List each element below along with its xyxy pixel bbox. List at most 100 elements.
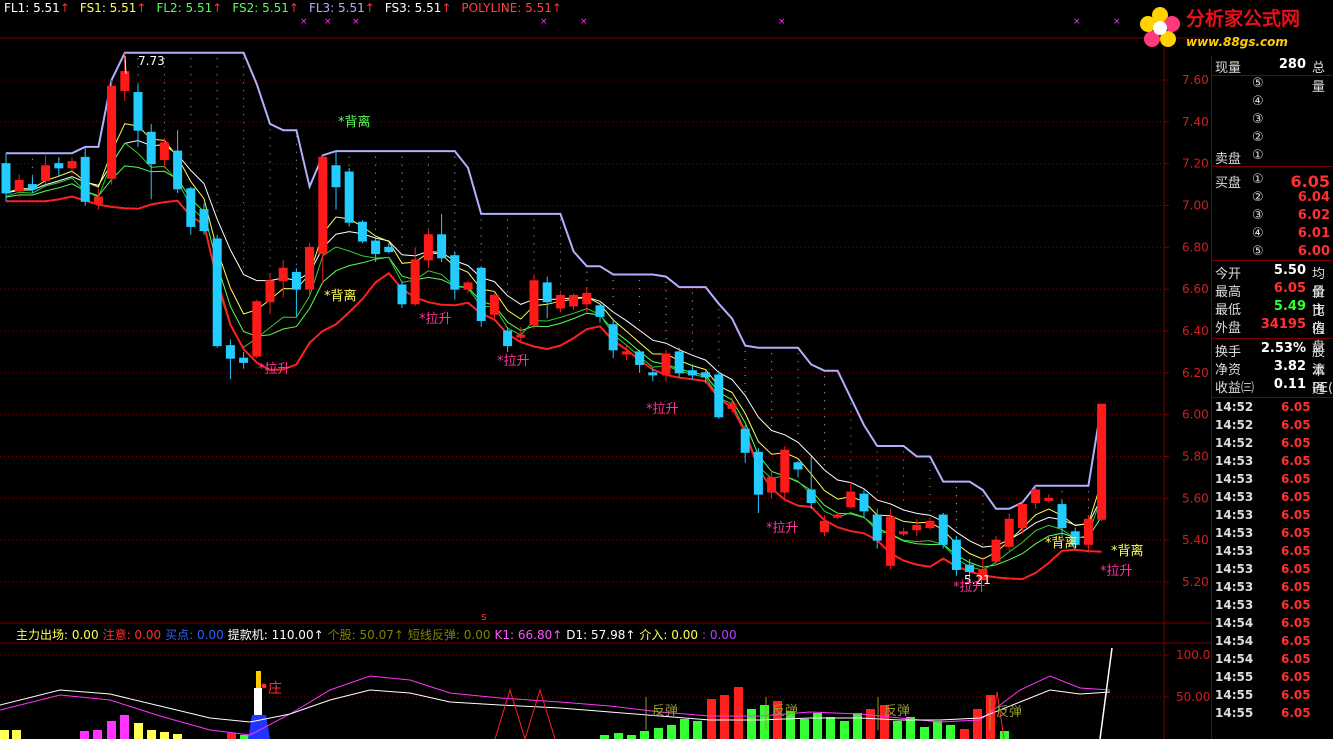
candle — [793, 460, 803, 478]
fill-dot — [533, 259, 535, 261]
price-axis-label: 5.80 — [1182, 450, 1209, 464]
legend-item: FL3: 5.51 — [308, 1, 365, 15]
fill-dot — [929, 477, 931, 480]
buy-label: 买盘 — [1215, 176, 1242, 191]
fill-dot — [955, 495, 958, 497]
sub-axis-label: 50.00 — [1176, 690, 1210, 704]
fill-dot — [1087, 507, 1089, 509]
tick-row: 14:54 6.05 — [1212, 652, 1333, 670]
fill-dot — [401, 228, 403, 230]
fill-dot — [375, 156, 377, 158]
buy-level-row: ③ 6.02 — [1212, 208, 1333, 226]
fill-dot — [665, 282, 667, 284]
fill-dot — [454, 180, 456, 182]
fill-dot — [243, 210, 245, 212]
fill-dot — [375, 228, 377, 230]
sub-bar — [840, 721, 849, 739]
marker-x: × — [324, 17, 332, 27]
sub-bar — [654, 728, 663, 739]
tick-time: 14:53 — [1215, 472, 1254, 486]
fantan-label: 反弹 — [996, 705, 1022, 720]
sub-bar — [800, 719, 809, 739]
fill-dot — [216, 194, 218, 196]
fill-dot — [507, 291, 509, 293]
candle — [212, 234, 222, 348]
fill-dot — [401, 204, 403, 206]
sub-bar — [734, 687, 743, 739]
fill-dot — [691, 348, 694, 350]
candle — [80, 146, 90, 206]
candle — [1083, 515, 1093, 553]
fill-dot — [163, 114, 165, 116]
logo-title: 分析家公式网 — [1186, 8, 1301, 30]
fill-dot — [243, 226, 245, 228]
fantan-label: 反弹 — [652, 704, 678, 719]
indicator-overlays — [5, 51, 1103, 581]
fill-dot — [216, 186, 218, 188]
fill-dot — [823, 464, 826, 466]
fill-dot — [639, 279, 641, 282]
sub-bar — [707, 699, 716, 739]
stat-label: 最低 — [1215, 303, 1242, 318]
fill-dot — [797, 409, 799, 411]
candle — [582, 287, 592, 313]
fill-dot — [190, 90, 192, 92]
tick-time: 14:54 — [1215, 634, 1254, 648]
tick-price: 6.05 — [1281, 418, 1311, 432]
stat-row: 收益㈢ 0.11 PE(动) — [1212, 377, 1333, 396]
candle — [635, 349, 645, 373]
fill-dot — [1061, 491, 1063, 493]
sub-bar — [693, 721, 702, 739]
buy-level-index: ③ — [1252, 208, 1264, 223]
sub-bar — [12, 730, 21, 739]
fill-dot — [216, 90, 218, 92]
fill-dot — [744, 375, 746, 377]
up-arrow-icon: ↑ — [288, 1, 299, 15]
fill-dot — [243, 218, 245, 220]
fill-dot — [243, 82, 245, 84]
fill-dot — [850, 411, 852, 413]
fill-dot — [612, 303, 614, 306]
fill-dot — [216, 74, 218, 76]
sub-bar — [240, 735, 249, 739]
tick-row: 14:53 6.05 — [1212, 472, 1333, 490]
sell-level-row: ③ — [1212, 112, 1333, 130]
fill-dot — [665, 306, 667, 308]
fill-dot — [401, 244, 403, 246]
fill-dot — [665, 298, 667, 300]
stat-value: 34195 — [1260, 317, 1306, 332]
fill-dot — [295, 135, 297, 137]
sell-level-row: ④ — [1212, 94, 1333, 112]
up-arrow-icon: ↑ — [364, 1, 375, 15]
candle — [489, 293, 499, 321]
tick-row: 14:55 6.05 — [1212, 706, 1333, 724]
fill-dot — [348, 156, 350, 158]
fill-dot — [243, 114, 245, 116]
fill-dot — [955, 503, 958, 505]
tick-row: 14:54 6.05 — [1212, 634, 1333, 652]
legend-item: FS3: 5.51 — [384, 1, 442, 15]
fill-dot — [823, 432, 826, 434]
fill-dot — [454, 196, 456, 198]
fill-dot — [797, 417, 799, 419]
fill-dot — [163, 106, 165, 108]
legend-item: FL2: 5.51 — [156, 1, 213, 15]
fill-dot — [295, 159, 297, 161]
candle — [529, 274, 539, 329]
tick-row: 14:53 6.05 — [1212, 454, 1333, 472]
fill-dot — [507, 227, 509, 229]
fill-dot — [744, 383, 746, 385]
sub-indicator-legend: 主力出场: 0.00 注意: 0.00 买点: 0.00 提款机: 110.00↑ 个股… — [16, 626, 741, 642]
candle — [846, 481, 856, 509]
fill-dot — [850, 443, 852, 445]
fill-dot — [243, 74, 245, 76]
fill-dot — [691, 292, 694, 294]
panel-divider — [1212, 166, 1333, 167]
fill-dot — [401, 188, 403, 190]
fill-dot — [850, 427, 852, 429]
fill-dot — [823, 376, 826, 378]
tick-row: 14:53 6.05 — [1212, 598, 1333, 616]
tick-row: 14:52 6.05 — [1212, 400, 1333, 418]
marker-x: × — [580, 17, 588, 27]
fill-dot — [243, 242, 245, 244]
